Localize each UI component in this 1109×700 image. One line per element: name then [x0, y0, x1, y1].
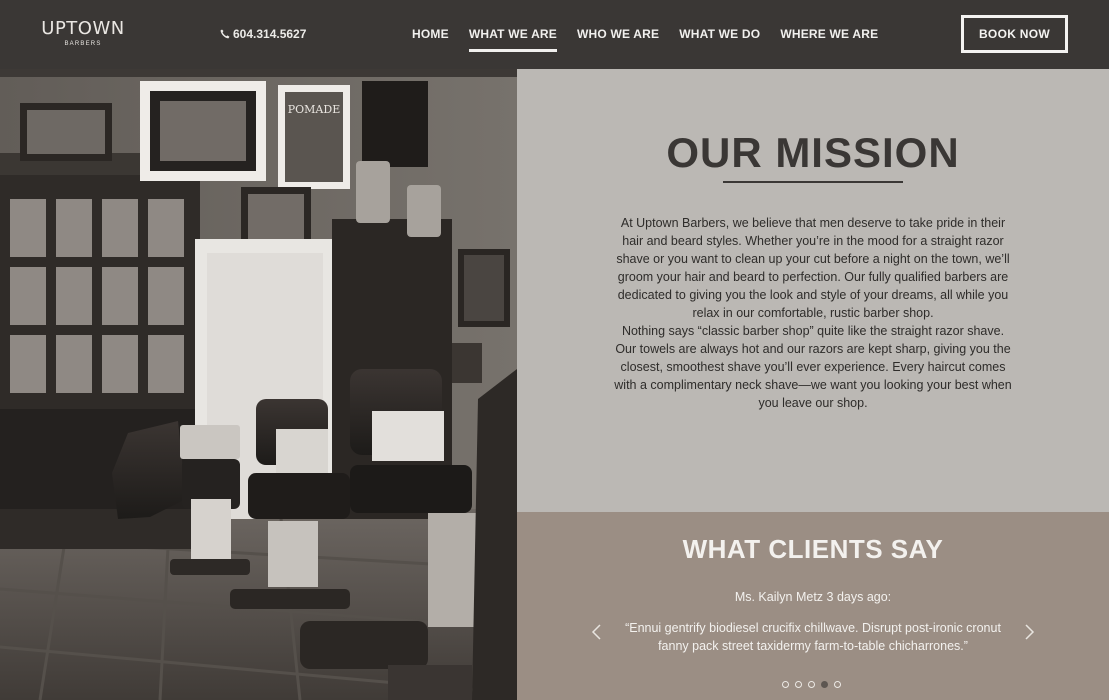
phone-number: 604.314.5627 [233, 27, 307, 41]
mission-text: At Uptown Barbers, we believe that men d… [613, 214, 1013, 412]
slider-dot-5[interactable] [834, 681, 841, 688]
phone-icon [220, 29, 230, 39]
book-now-button[interactable]: BOOK NOW [961, 15, 1068, 53]
slider-dot-1[interactable] [782, 681, 789, 688]
testimonial-author: Ms. Kailyn Metz 3 days ago: [734, 590, 892, 604]
slider-dot-3[interactable] [808, 681, 815, 688]
mission-paragraph-1: At Uptown Barbers, we believe that men d… [616, 216, 1010, 320]
site-header: UPTOWN BARBERS 604.314.5627 HOME WHAT WE… [0, 0, 1109, 69]
slider-dots [782, 681, 841, 688]
testimonials-section: WHAT CLIENTS SAY Ms. Kailyn Metz 3 days … [517, 512, 1109, 700]
nav-home[interactable]: HOME [412, 26, 449, 42]
mission-section: OUR MISSION At Uptown Barbers, we believ… [517, 69, 1109, 512]
mission-divider [723, 181, 903, 183]
logo-subtitle: BARBERS [64, 41, 102, 47]
nav-where-we-are[interactable]: WHERE WE ARE [780, 26, 878, 42]
main-navigation: HOME WHAT WE ARE WHO WE ARE WHAT WE DO W… [412, 26, 878, 52]
uptown-logo[interactable]: UPTOWN BARBERS [41, 19, 125, 49]
barber-shop-illustration: POMADE [0, 69, 517, 700]
testimonials-title: WHAT CLIENTS SAY [682, 534, 944, 564]
nav-what-we-are[interactable]: WHAT WE ARE [468, 26, 558, 52]
slider-dot-4[interactable] [821, 681, 828, 688]
mission-paragraph-2: Nothing says “classic barber shop” quite… [614, 324, 1012, 410]
nav-who-we-are[interactable]: WHO WE ARE [577, 26, 659, 42]
chevron-right-icon[interactable] [1022, 624, 1036, 640]
phone-link[interactable]: 604.314.5627 [220, 26, 306, 42]
nav-what-we-do[interactable]: WHAT WE DO [679, 26, 760, 42]
slider-dot-2[interactable] [795, 681, 802, 688]
pomade-sign-text: POMADE [288, 103, 340, 116]
chevron-left-icon[interactable] [590, 624, 604, 640]
testimonial-quote: “Ennui gentrify biodiesel crucifix chill… [625, 621, 1001, 653]
mission-title: OUR MISSION [666, 129, 960, 176]
logo-name: UPTOWN [41, 18, 125, 39]
barber-shop-photo: POMADE [0, 69, 517, 700]
